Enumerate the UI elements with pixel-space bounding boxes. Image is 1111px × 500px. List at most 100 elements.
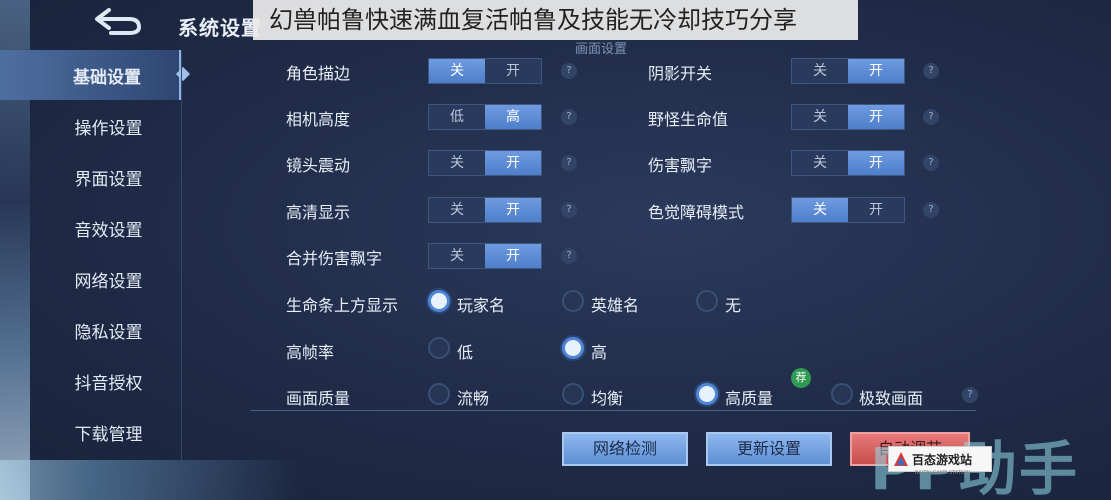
help-icon[interactable]: ? <box>923 109 939 125</box>
radio-label-fps-low: 低 <box>457 343 474 362</box>
radio-quality-ultra[interactable] <box>831 383 853 405</box>
toggle-option-off[interactable]: 关 <box>429 59 485 83</box>
sidebar-item-label: 下载管理 <box>74 424 143 445</box>
toggle-option-off[interactable]: 关 <box>792 151 848 175</box>
sidebar-item-interface[interactable]: 界面设置 <box>0 152 182 202</box>
toggle-option-off[interactable]: 关 <box>429 244 485 268</box>
help-icon[interactable]: ? <box>923 202 939 218</box>
quality-label: 画面质量 <box>286 389 351 408</box>
shadow-toggle[interactable]: 关 开 <box>791 58 905 84</box>
high-fps-label: 高帧率 <box>286 343 335 362</box>
damage-float-toggle[interactable]: 关 开 <box>791 150 905 176</box>
sidebar-item-label: 操作设置 <box>74 118 143 139</box>
monster-hp-label: 野怪生命值 <box>648 110 729 129</box>
toggle-option-on[interactable]: 开 <box>848 59 904 83</box>
toggle-option-off[interactable]: 关 <box>792 59 848 83</box>
radio-quality-balanced[interactable] <box>562 383 584 405</box>
toggle-option-high[interactable]: 高 <box>485 105 541 129</box>
header: 系统设置 画面设置 幻兽帕鲁快速满血复活帕鲁及技能无冷却技巧分享 <box>0 0 1111 57</box>
help-icon[interactable]: ? <box>561 109 577 125</box>
sidebar-item-audio[interactable]: 音效设置 <box>0 203 182 253</box>
sidebar-item-label: 界面设置 <box>74 169 143 190</box>
help-icon[interactable]: ? <box>561 63 577 79</box>
radio-fps-high[interactable] <box>562 337 584 359</box>
toggle-option-off[interactable]: 关 <box>792 105 848 129</box>
radio-label-quality-balanced: 均衡 <box>591 389 624 408</box>
help-icon[interactable]: ? <box>923 155 939 171</box>
sidebar-item-label: 网络设置 <box>74 271 143 292</box>
hd-display-label: 高清显示 <box>286 203 351 222</box>
sidebar-item-controls[interactable]: 操作设置 <box>0 101 182 151</box>
radio-none[interactable] <box>696 290 718 312</box>
camera-shake-toggle[interactable]: 关 开 <box>428 150 542 176</box>
sidebar-item-network[interactable]: 网络设置 <box>0 254 182 304</box>
divider-line <box>250 410 976 411</box>
sidebar-item-label: 隐私设置 <box>74 322 143 343</box>
back-button[interactable] <box>88 4 148 38</box>
sidebar-item-label: 音效设置 <box>74 220 143 241</box>
role-outline-label: 角色描边 <box>286 64 351 83</box>
sidebar-item-basic[interactable]: 基础设置 <box>0 50 182 100</box>
radio-label-hero-name: 英雄名 <box>591 296 640 315</box>
camera-shake-label: 镜头震动 <box>286 156 351 175</box>
back-arrow-icon <box>95 8 142 35</box>
radio-fps-low[interactable] <box>428 337 450 359</box>
site-logo-icon <box>893 451 909 467</box>
help-icon[interactable]: ? <box>561 155 577 171</box>
sidebar-item-label: 基础设置 <box>73 67 141 88</box>
help-icon[interactable]: ? <box>561 202 577 218</box>
damage-float-label: 伤害飘字 <box>648 156 713 175</box>
recommended-badge: 荐 <box>791 368 811 388</box>
sidebar-item-downloads[interactable]: 下载管理 <box>0 407 182 457</box>
toggle-option-on[interactable]: 开 <box>848 151 904 175</box>
toggle-option-low[interactable]: 低 <box>429 105 485 129</box>
merge-damage-toggle[interactable]: 关 开 <box>428 243 542 269</box>
page-title: 系统设置 <box>178 16 262 40</box>
radio-label-none: 无 <box>725 296 742 315</box>
help-icon[interactable]: ? <box>923 63 939 79</box>
camera-height-toggle[interactable]: 低 高 <box>428 104 542 130</box>
sidebar-item-label: 抖音授权 <box>74 373 143 394</box>
radio-quality-high[interactable] <box>696 383 718 405</box>
merge-damage-label: 合并伤害飘字 <box>286 249 383 268</box>
sidebar-item-douyin-auth[interactable]: 抖音授权 <box>0 356 182 406</box>
hp-bar-display-label: 生命条上方显示 <box>286 296 399 315</box>
hd-display-toggle[interactable]: 关 开 <box>428 197 542 223</box>
toggle-option-on[interactable]: 开 <box>485 198 541 222</box>
toggle-option-on[interactable]: 开 <box>485 151 541 175</box>
radio-label-player-name: 玩家名 <box>457 296 506 315</box>
camera-height-label: 相机高度 <box>286 110 351 129</box>
toggle-option-on[interactable]: 开 <box>848 105 904 129</box>
sidebar-item-privacy[interactable]: 隐私设置 <box>0 305 182 355</box>
section-caption: 画面设置 <box>575 42 628 57</box>
site-watermark-badge: 百态游戏站 <box>888 446 992 472</box>
ice-crystal-decoration-bottom <box>0 460 300 500</box>
color-blind-toggle[interactable]: 关 开 <box>791 197 905 223</box>
site-watermark-text: 百态游戏站 <box>912 452 973 467</box>
sidebar-divider <box>181 50 182 460</box>
article-caption-banner: 幻兽帕鲁快速满血复活帕鲁及技能无冷却技巧分享 <box>253 0 858 40</box>
radio-hero-name[interactable] <box>562 290 584 312</box>
shadow-label: 阴影开关 <box>648 64 713 83</box>
sidebar: 基础设置 操作设置 界面设置 音效设置 网络设置 隐私设置 抖音授权 下载管理 <box>0 50 182 460</box>
toggle-option-on[interactable]: 开 <box>848 198 904 222</box>
radio-label-fps-high: 高 <box>591 343 608 362</box>
toggle-option-on[interactable]: 开 <box>485 59 541 83</box>
network-check-button[interactable]: 网络检测 <box>562 432 688 466</box>
site-watermark-subtext: BAITAI GAME STATION <box>915 470 970 476</box>
role-outline-toggle[interactable]: 关 开 <box>428 58 542 84</box>
radio-quality-smooth[interactable] <box>428 383 450 405</box>
help-icon[interactable]: ? <box>561 248 577 264</box>
toggle-option-on[interactable]: 开 <box>485 244 541 268</box>
toggle-option-off[interactable]: 关 <box>429 151 485 175</box>
update-settings-button[interactable]: 更新设置 <box>706 432 832 466</box>
monster-hp-toggle[interactable]: 关 开 <box>791 104 905 130</box>
radio-player-name[interactable] <box>428 290 450 312</box>
radio-label-quality-high: 高质量 <box>725 389 774 408</box>
radio-label-quality-smooth: 流畅 <box>457 389 490 408</box>
radio-label-quality-ultra: 极致画面 <box>859 389 924 408</box>
help-icon[interactable]: ? <box>962 387 978 403</box>
color-blind-label: 色觉障碍模式 <box>648 203 745 222</box>
toggle-option-off[interactable]: 关 <box>429 198 485 222</box>
toggle-option-off[interactable]: 关 <box>792 198 848 222</box>
